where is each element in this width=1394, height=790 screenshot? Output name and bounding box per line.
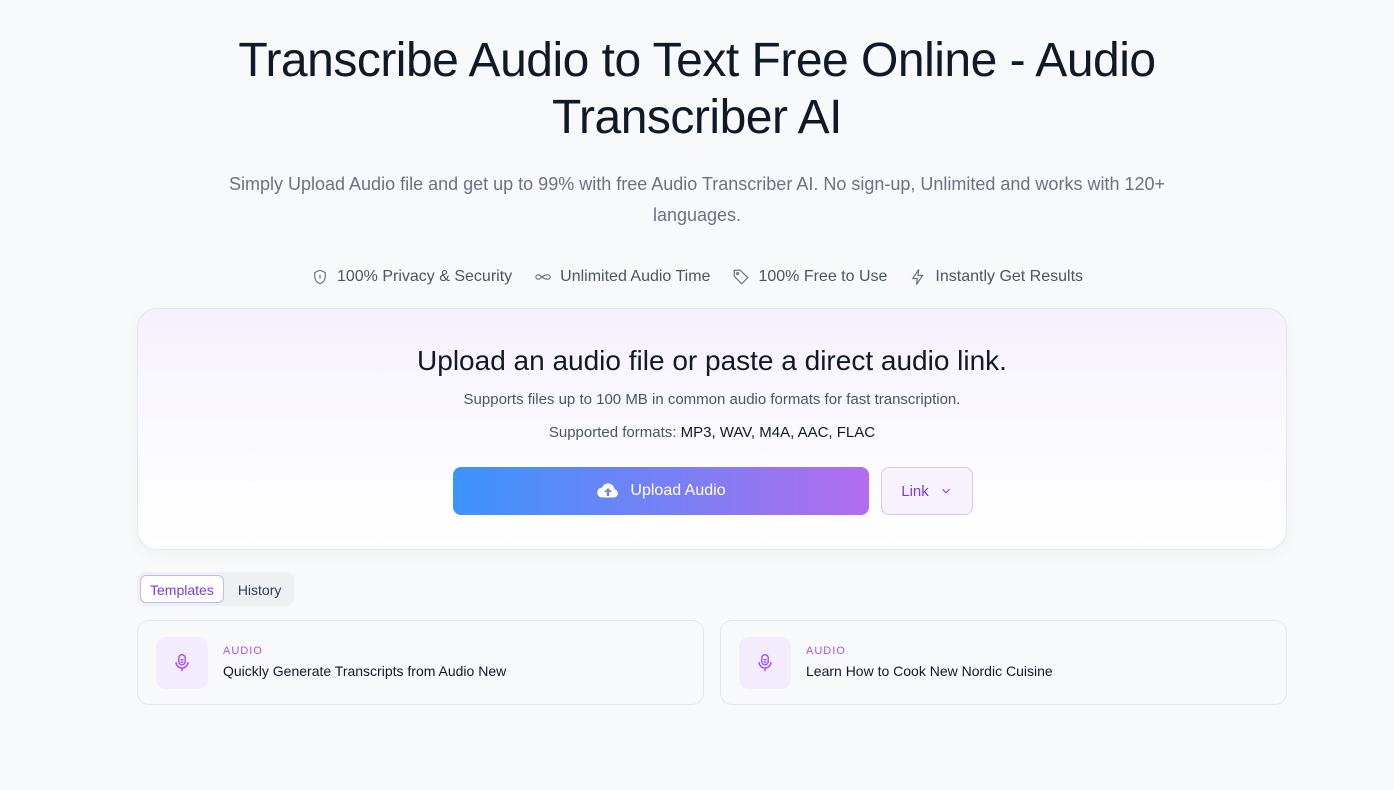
formats-value: MP3, WAV, M4A, AAC, FLAC <box>680 424 876 441</box>
feature-privacy: 100% Privacy & Security <box>311 265 512 289</box>
chevron-down-icon <box>941 488 950 494</box>
tab-bar: Templates History <box>137 572 295 606</box>
upload-audio-label: Upload Audio <box>630 482 726 499</box>
infinity-icon <box>535 274 551 280</box>
template-card[interactable]: AUDIO Learn How to Cook New Nordic Cuisi… <box>720 620 1287 705</box>
template-title: Learn How to Cook New Nordic Cuisine <box>806 663 1053 679</box>
tag-icon <box>734 269 750 285</box>
page-subtitle: Simply Upload Audio file and get up to 9… <box>228 174 1165 225</box>
template-tag: AUDIO <box>806 645 846 657</box>
tab-templates[interactable]: Templates <box>140 575 224 603</box>
feature-label: Instantly Get Results <box>935 268 1084 285</box>
upload-title: Upload an audio file or paste a direct a… <box>417 345 1007 376</box>
feature-free: 100% Free to Use <box>732 265 887 289</box>
template-title: Quickly Generate Transcripts from Audio … <box>223 663 507 679</box>
upload-audio-button[interactable]: Upload Audio <box>453 467 869 515</box>
microphone-icon <box>758 654 772 672</box>
cloud-upload-icon <box>597 483 619 498</box>
upload-description: Supports files up to 100 MB in common au… <box>463 391 961 408</box>
page-title: Transcribe Audio to Text Free Online - A… <box>238 34 1156 144</box>
lightning-icon <box>912 269 925 285</box>
tab-history[interactable]: History <box>228 575 292 603</box>
upload-card: Upload an audio file or paste a direct a… <box>137 308 1287 550</box>
template-icon-box <box>156 637 208 689</box>
formats-label: Supported formats: <box>548 424 677 441</box>
supported-formats: Supported formats: MP3, WAV, M4A, AAC, F… <box>138 424 1286 441</box>
template-icon-box <box>739 637 791 689</box>
template-card[interactable]: AUDIO Quickly Generate Transcripts from … <box>137 620 704 705</box>
feature-label: 100% Privacy & Security <box>336 268 513 285</box>
feature-label: 100% Free to Use <box>758 268 888 285</box>
template-tag: AUDIO <box>223 645 263 657</box>
microphone-icon <box>175 654 189 672</box>
shield-icon <box>314 269 326 285</box>
feature-label: Unlimited Audio Time <box>560 268 711 285</box>
template-list: AUDIO Quickly Generate Transcripts from … <box>137 620 1287 705</box>
feature-instant: Instantly Get Results <box>909 265 1083 289</box>
link-dropdown-button[interactable]: Link <box>881 467 973 515</box>
link-label: Link <box>901 482 929 500</box>
feature-list: 100% Privacy & Security Unlimited Audio … <box>0 265 1394 289</box>
feature-unlimited: Unlimited Audio Time <box>534 265 710 289</box>
